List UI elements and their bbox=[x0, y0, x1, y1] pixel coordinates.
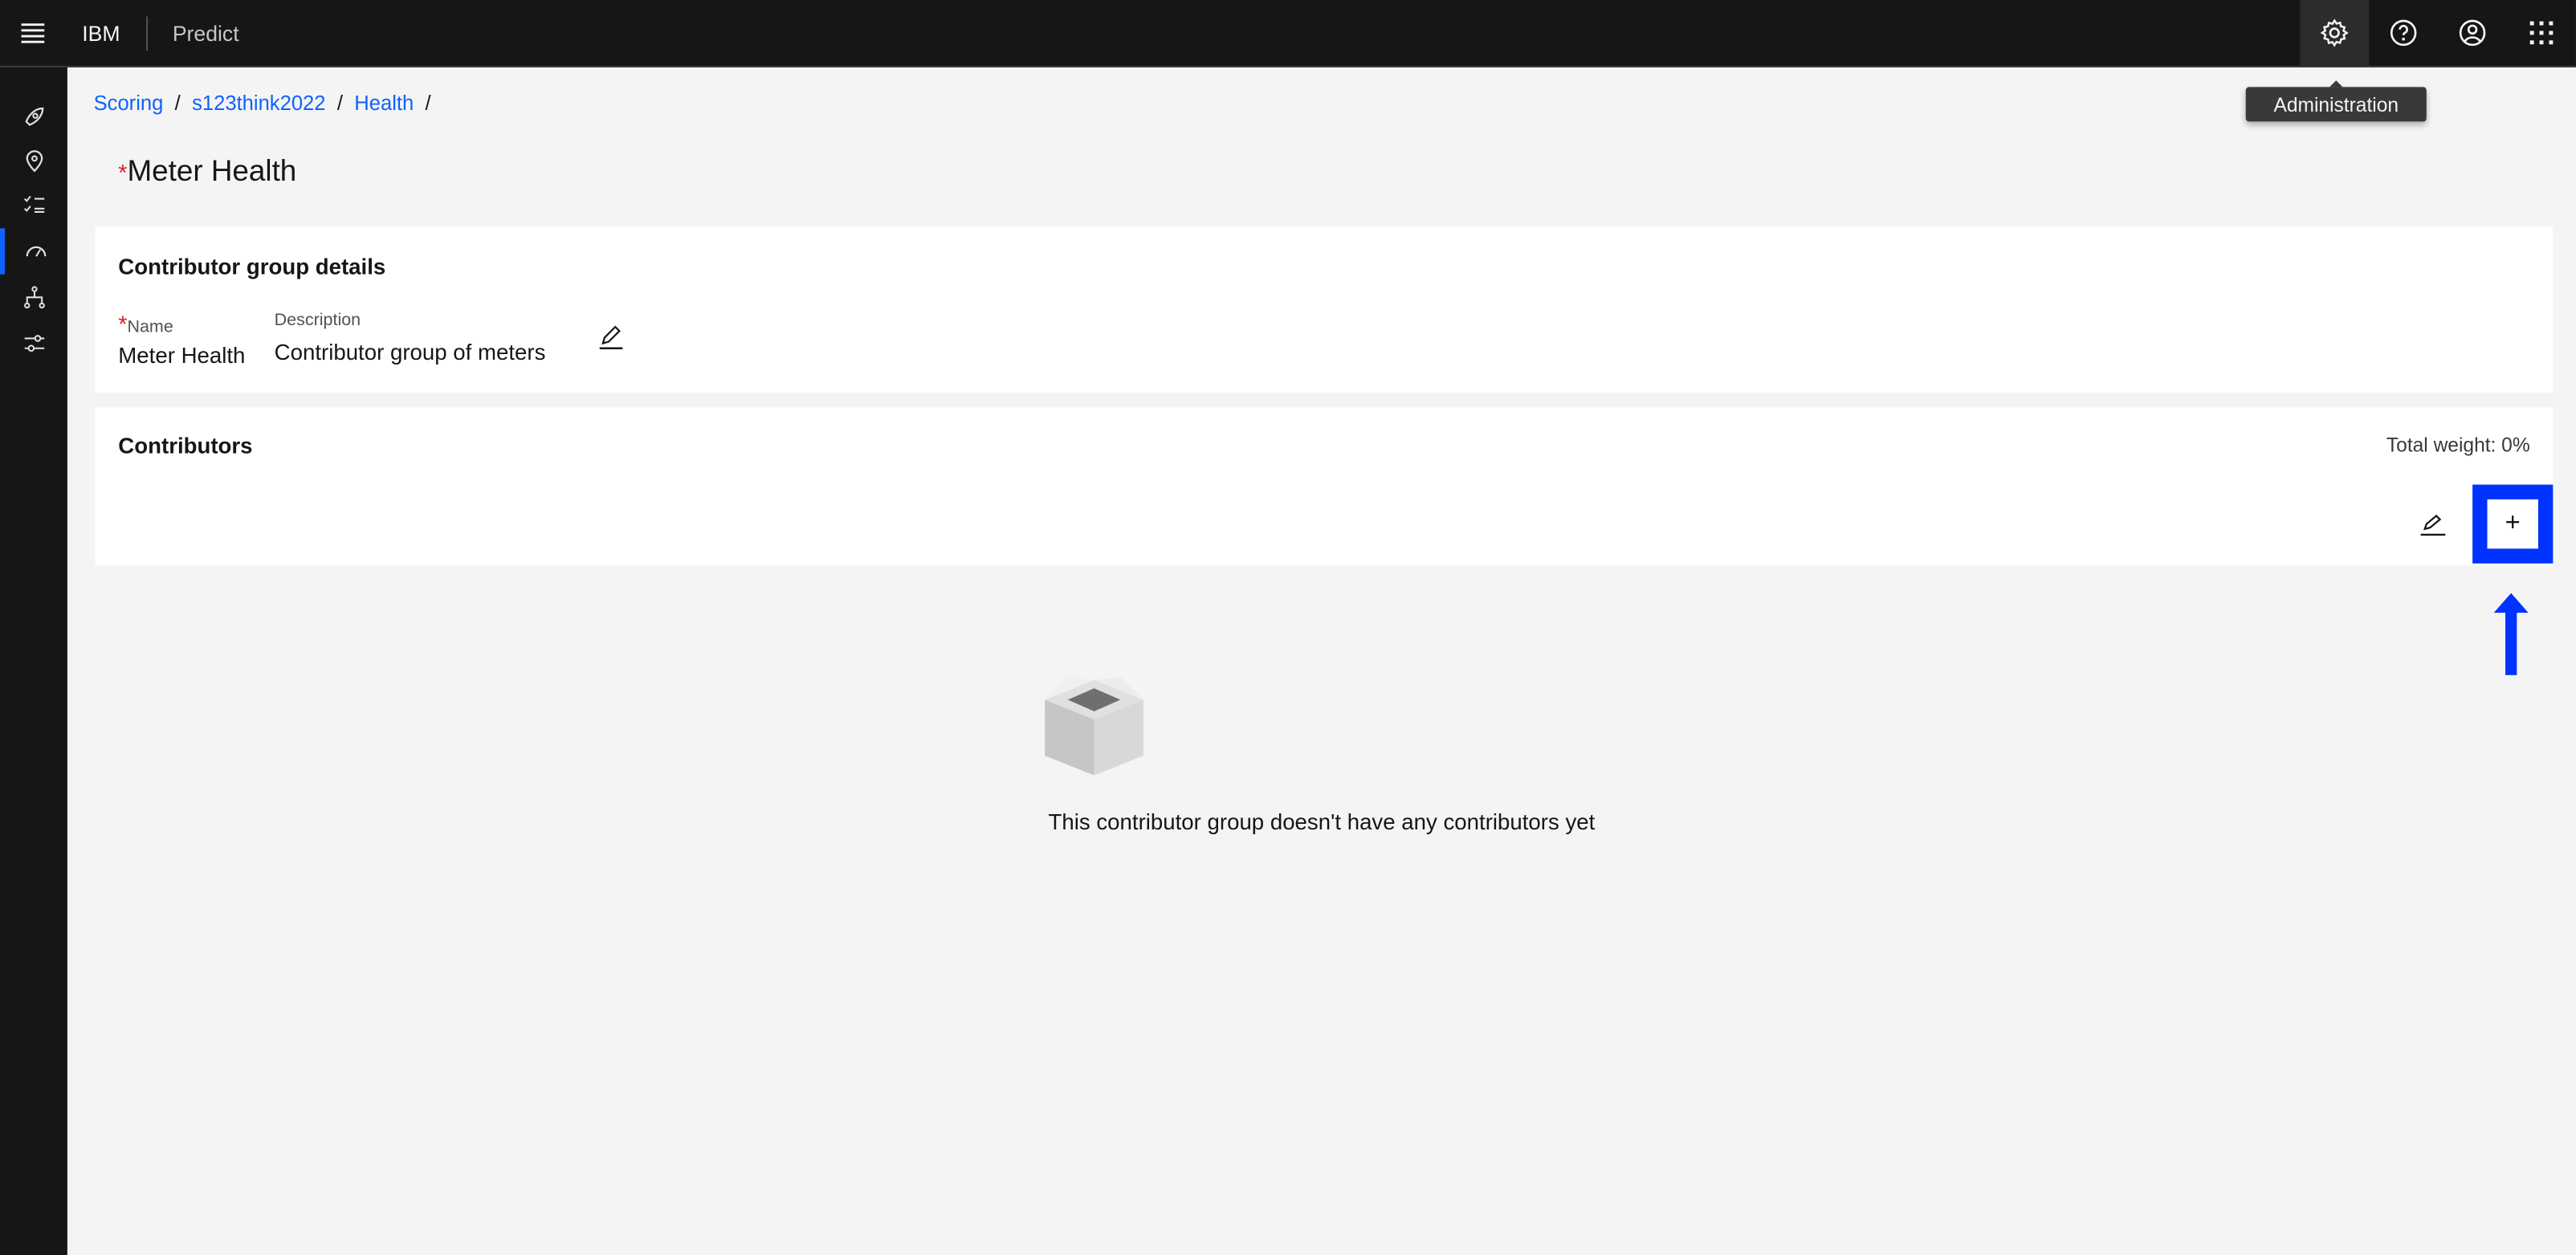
edit-details-button[interactable] bbox=[598, 324, 625, 358]
side-nav bbox=[0, 67, 67, 1255]
top-header: IBM Predict bbox=[0, 0, 2576, 67]
breadcrumb-separator: / bbox=[425, 92, 431, 116]
sliders-icon bbox=[23, 335, 44, 352]
page-title: *Meter Health bbox=[118, 154, 296, 189]
brand-name[interactable]: IBM bbox=[82, 22, 120, 47]
breadcrumb-separator: / bbox=[174, 92, 181, 116]
name-value: Meter Health bbox=[118, 343, 246, 369]
name-label-text: Name bbox=[127, 316, 173, 337]
administration-button[interactable] bbox=[2300, 0, 2370, 66]
checklist-icon bbox=[22, 195, 44, 213]
app-grid-icon bbox=[2529, 21, 2554, 45]
description-label: Description bbox=[274, 310, 361, 331]
gauge-icon bbox=[26, 246, 47, 257]
edit-contributors-button[interactable] bbox=[2419, 511, 2448, 545]
pencil-icon bbox=[2420, 514, 2446, 536]
hierarchy-icon bbox=[23, 286, 44, 309]
app-switcher-button[interactable] bbox=[2507, 0, 2576, 66]
description-value: Contributor group of meters bbox=[274, 340, 546, 365]
pencil-icon bbox=[599, 325, 623, 349]
sidebar-item-hierarchy[interactable] bbox=[0, 275, 67, 320]
user-profile-button[interactable] bbox=[2438, 0, 2507, 66]
header-divider bbox=[146, 16, 149, 51]
breadcrumb-project[interactable]: s123think2022 bbox=[192, 92, 325, 116]
rocket-icon bbox=[24, 107, 43, 126]
add-contributor-button[interactable]: + bbox=[2472, 484, 2554, 564]
contributors-card: Contributors Total weight: 0% + bbox=[95, 407, 2554, 565]
sidebar-item-scoring[interactable] bbox=[0, 228, 67, 275]
administration-tooltip: Administration bbox=[2245, 80, 2427, 122]
contributor-group-details-card: Contributor group details *Name Meter He… bbox=[95, 226, 2554, 393]
arrow-up-annotation bbox=[2493, 593, 2529, 675]
total-weight: Total weight: 0% bbox=[2386, 434, 2530, 457]
gear-icon bbox=[2320, 18, 2349, 47]
help-icon bbox=[2390, 19, 2417, 47]
contributors-heading: Contributors bbox=[118, 434, 253, 458]
product-name[interactable]: Predict bbox=[173, 22, 239, 47]
page-title-text: Meter Health bbox=[127, 154, 297, 188]
sidebar-item-settings[interactable] bbox=[0, 320, 67, 366]
sidebar-item-checklist[interactable] bbox=[0, 182, 67, 228]
help-button[interactable] bbox=[2369, 0, 2438, 66]
breadcrumb: Scoring / s123think2022 / Health / bbox=[94, 92, 442, 116]
empty-box-icon bbox=[1045, 676, 1143, 776]
details-heading: Contributor group details bbox=[118, 255, 386, 279]
empty-state-message: This contributor group doesn't have any … bbox=[1048, 809, 1596, 835]
sidebar-item-locations[interactable] bbox=[0, 138, 67, 184]
breadcrumb-scoring[interactable]: Scoring bbox=[94, 92, 164, 116]
breadcrumb-separator: / bbox=[336, 92, 343, 116]
location-pin-icon bbox=[25, 150, 43, 173]
menu-icon[interactable] bbox=[20, 22, 47, 53]
name-label: *Name bbox=[118, 311, 173, 337]
breadcrumb-health[interactable]: Health bbox=[354, 92, 414, 116]
sidebar-item-launch[interactable] bbox=[0, 94, 67, 140]
user-avatar-icon bbox=[2459, 19, 2486, 47]
